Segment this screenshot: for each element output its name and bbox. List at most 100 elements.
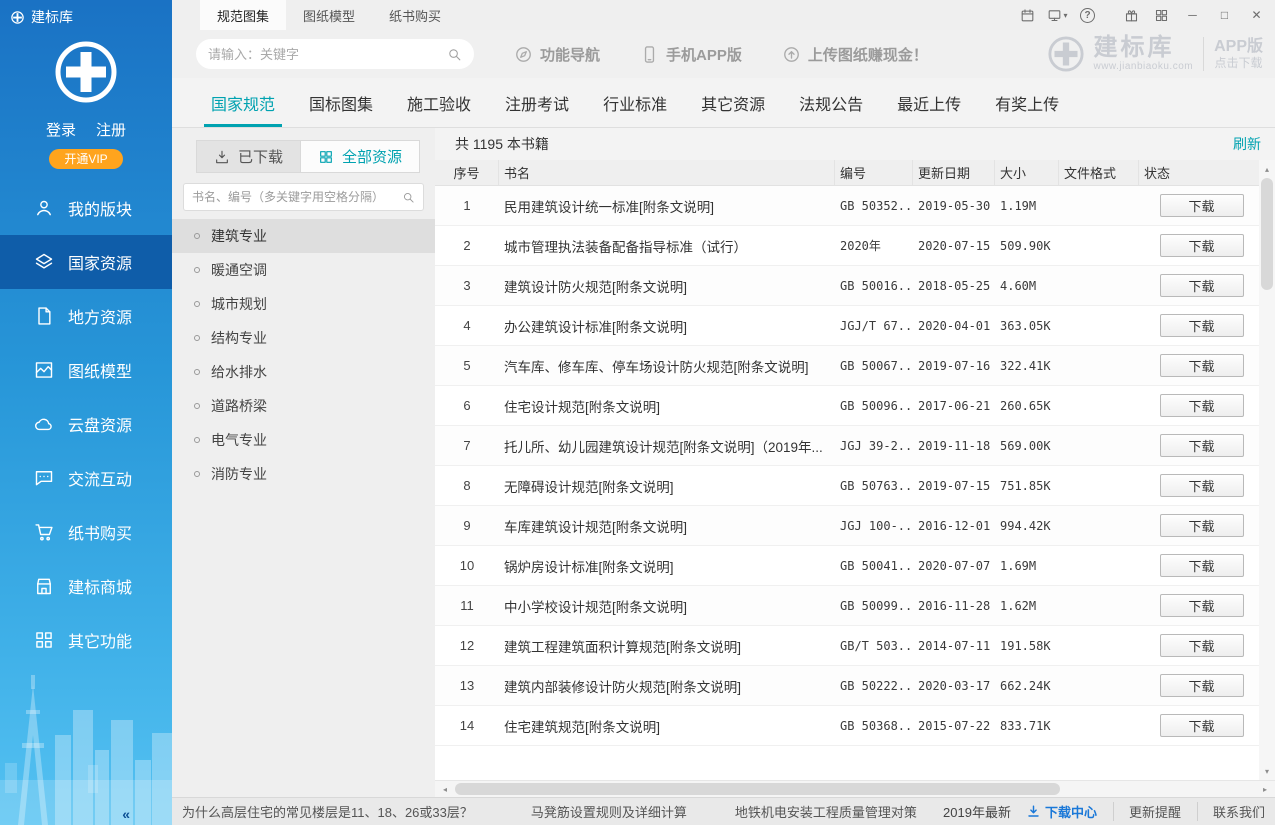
- resource-tab[interactable]: 行业标准: [586, 78, 684, 127]
- app-logo-icon: [10, 10, 25, 25]
- help-icon[interactable]: ?: [1074, 3, 1101, 27]
- sidebar-item-local-resources[interactable]: 地方资源: [0, 289, 172, 343]
- category-item[interactable]: 结构专业: [172, 321, 435, 355]
- download-button[interactable]: 下载: [1160, 274, 1244, 297]
- resource-tab[interactable]: 有奖上传: [978, 78, 1076, 127]
- hscrollbar-thumb[interactable]: [455, 783, 1060, 795]
- download-button[interactable]: 下载: [1160, 394, 1244, 417]
- download-icon: [1027, 805, 1040, 818]
- download-button[interactable]: 下载: [1160, 594, 1244, 617]
- download-button[interactable]: 下载: [1160, 434, 1244, 457]
- sidebar-item-my-section[interactable]: 我的版块: [0, 181, 172, 235]
- feature-nav-link[interactable]: 功能导航: [514, 44, 600, 65]
- minimize-button[interactable]: ─: [1178, 3, 1207, 27]
- download-button[interactable]: 下载: [1160, 474, 1244, 497]
- category-item[interactable]: 暖通空调: [172, 253, 435, 287]
- maximize-button[interactable]: □: [1210, 3, 1239, 27]
- download-center-link[interactable]: 下载中心: [1027, 802, 1097, 821]
- sidebar-item-other-functions[interactable]: 其它功能: [0, 613, 172, 667]
- category-item[interactable]: 道路桥梁: [172, 389, 435, 423]
- skin-icon[interactable]: ▾: [1044, 3, 1071, 27]
- download-button[interactable]: 下载: [1160, 514, 1244, 537]
- main-search[interactable]: [196, 39, 474, 69]
- status-tip-1[interactable]: 为什么高层住宅的常见楼层是11、18、26或33层？: [182, 802, 473, 821]
- download-button[interactable]: 下载: [1160, 674, 1244, 697]
- resource-tab[interactable]: 国家规范: [194, 78, 292, 127]
- table-row[interactable]: 5 汽车库、修车库、停车场设计防火规范[附条文说明] GB 50067... 2…: [435, 346, 1259, 386]
- category-item[interactable]: 电气专业: [172, 423, 435, 457]
- upload-earn-link[interactable]: 上传图纸赚现金！: [782, 44, 928, 65]
- table-row[interactable]: 2 城市管理执法装备配备指导标准（试行） 2020年 2020-07-15 50…: [435, 226, 1259, 266]
- table-row[interactable]: 11 中小学校设计规范[附条文说明] GB 50099... 2016-11-2…: [435, 586, 1259, 626]
- table-row[interactable]: 1 民用建筑设计统一标准[附条文说明] GB 50352... 2019-05-…: [435, 186, 1259, 226]
- gift-icon[interactable]: [1118, 3, 1145, 27]
- resource-tab[interactable]: 注册考试: [488, 78, 586, 127]
- table-row[interactable]: 8 无障碍设计规范[附条文说明] GB 50763... 2019-07-15 …: [435, 466, 1259, 506]
- book-search-input[interactable]: [192, 190, 402, 204]
- download-button[interactable]: 下载: [1160, 634, 1244, 657]
- category-item[interactable]: 建筑专业: [172, 219, 435, 253]
- update-reminder-link[interactable]: 更新提醒: [1113, 802, 1181, 821]
- scroll-up-icon[interactable]: ▴: [1259, 162, 1275, 176]
- mobile-app-link[interactable]: 手机APP版: [640, 44, 742, 65]
- category-item[interactable]: 消防专业: [172, 457, 435, 491]
- resource-tab[interactable]: 国标图集: [292, 78, 390, 127]
- sidebar-item-drawing-models[interactable]: 图纸模型: [0, 343, 172, 397]
- scroll-left-icon[interactable]: ◂: [437, 781, 453, 797]
- download-button[interactable]: 下载: [1160, 194, 1244, 217]
- table-row[interactable]: 3 建筑设计防火规范[附条文说明] GB 50016... 2018-05-25…: [435, 266, 1259, 306]
- scroll-down-icon[interactable]: ▾: [1259, 764, 1275, 778]
- tab-downloaded[interactable]: 已下载: [196, 140, 300, 173]
- vertical-scrollbar[interactable]: ▴ ▾: [1259, 160, 1275, 780]
- sidebar-item-paper-books[interactable]: 纸书购买: [0, 505, 172, 559]
- sidebar-item-mall[interactable]: 建标商城: [0, 559, 172, 613]
- download-button[interactable]: 下载: [1160, 234, 1244, 257]
- resource-tab[interactable]: 其它资源: [684, 78, 782, 127]
- app-download-link[interactable]: 点击下载: [1215, 56, 1263, 70]
- titlebar-tab[interactable]: 纸书购买: [372, 0, 458, 30]
- main-search-input[interactable]: [208, 47, 447, 62]
- table-row[interactable]: 12 建筑工程建筑面积计算规范[附条文说明] GB/T 503... 2014-…: [435, 626, 1259, 666]
- book-search[interactable]: [183, 183, 424, 211]
- table-row[interactable]: 4 办公建筑设计标准[附条文说明] JGJ/T 67... 2020-04-01…: [435, 306, 1259, 346]
- resource-tab[interactable]: 施工验收: [390, 78, 488, 127]
- table-row[interactable]: 7 托儿所、幼儿园建筑设计规范[附条文说明]（2019年... JGJ 39-2…: [435, 426, 1259, 466]
- download-button[interactable]: 下载: [1160, 314, 1244, 337]
- table-row[interactable]: 14 住宅建筑规范[附条文说明] GB 50368... 2015-07-22 …: [435, 706, 1259, 746]
- sidebar-item-cloud-resources[interactable]: 云盘资源: [0, 397, 172, 451]
- close-button[interactable]: ✕: [1242, 3, 1271, 27]
- column-header: 编号: [835, 160, 913, 185]
- download-button[interactable]: 下载: [1160, 714, 1244, 737]
- vscrollbar-thumb[interactable]: [1261, 178, 1273, 290]
- refresh-link[interactable]: 刷新: [1233, 134, 1261, 154]
- collapse-icon[interactable]: «: [122, 806, 130, 822]
- tab-all-resources[interactable]: 全部资源: [300, 140, 420, 173]
- search-icon: [402, 191, 415, 204]
- register-link[interactable]: 注册: [96, 119, 126, 140]
- sidebar-item-community[interactable]: 交流互动: [0, 451, 172, 505]
- titlebar-tab[interactable]: 规范图集: [200, 0, 286, 30]
- vip-button[interactable]: 开通VIP: [49, 149, 123, 169]
- category-item[interactable]: 给水排水: [172, 355, 435, 389]
- table-row[interactable]: 6 住宅设计规范[附条文说明] GB 50096... 2017-06-21 2…: [435, 386, 1259, 426]
- table-row[interactable]: 10 锅炉房设计标准[附条文说明] GB 50041... 2020-07-07…: [435, 546, 1259, 586]
- resource-tab[interactable]: 最近上传: [880, 78, 978, 127]
- login-link[interactable]: 登录: [46, 119, 76, 140]
- update-date: 2016-11-28: [913, 599, 995, 613]
- status-tip-3[interactable]: 地铁机电安装工程质量管理对策: [735, 802, 917, 821]
- contact-link[interactable]: 联系我们: [1197, 802, 1265, 821]
- download-button[interactable]: 下载: [1160, 354, 1244, 377]
- sidebar-item-national-resources[interactable]: 国家资源: [0, 235, 172, 289]
- download-button[interactable]: 下载: [1160, 554, 1244, 577]
- status-tip-2[interactable]: 马凳筋设置规则及详细计算: [531, 802, 687, 821]
- resource-tab[interactable]: 法规公告: [782, 78, 880, 127]
- table-row[interactable]: 13 建筑内部装修设计防火规范[附条文说明] GB 50222... 2020-…: [435, 666, 1259, 706]
- calendar-icon[interactable]: [1014, 3, 1041, 27]
- category-item[interactable]: 城市规划: [172, 287, 435, 321]
- horizontal-scrollbar[interactable]: ◂ ▸: [435, 780, 1275, 797]
- scroll-right-icon[interactable]: ▸: [1257, 781, 1273, 797]
- apps-icon[interactable]: [1148, 3, 1175, 27]
- table-row[interactable]: 9 车库建筑设计规范[附条文说明] JGJ 100-... 2016-12-01…: [435, 506, 1259, 546]
- file-size: 509.90K: [995, 239, 1059, 253]
- titlebar-tab[interactable]: 图纸模型: [286, 0, 372, 30]
